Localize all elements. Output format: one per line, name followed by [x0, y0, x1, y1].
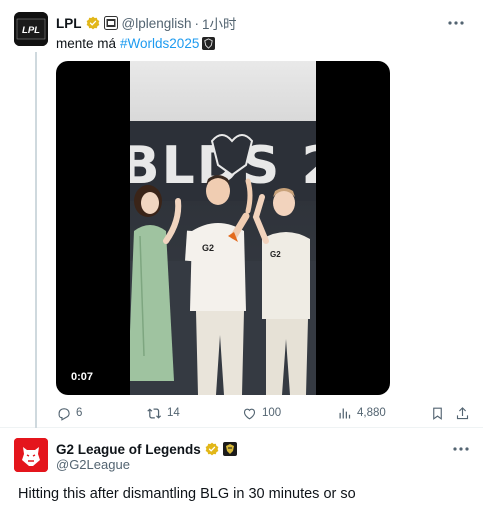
views-button[interactable]: 4,880: [337, 404, 386, 422]
retweet-count: 14: [167, 407, 180, 419]
hashtag-link[interactable]: #Worlds2025: [120, 36, 199, 51]
bookmark-button[interactable]: [430, 404, 450, 422]
like-icon: [243, 408, 256, 419]
gold-verified-icon: [86, 16, 99, 30]
retweet-button[interactable]: 14: [147, 404, 180, 422]
gold-verified-icon: [205, 442, 219, 456]
views-count: 4,880: [357, 407, 386, 419]
reply-button[interactable]: 6: [56, 404, 82, 422]
affiliate-icon: [222, 442, 237, 456]
author-name[interactable]: LPL: [56, 16, 82, 31]
video-frame: BLDS 25 G2 G2: [130, 61, 316, 395]
g2-logo-icon: [14, 438, 48, 472]
reply-count: 6: [76, 407, 83, 419]
video-duration: 0:07: [67, 369, 98, 385]
lpl-avatar[interactable]: LPL: [14, 12, 48, 46]
author-handle[interactable]: @lplenglish: [122, 16, 192, 31]
separator: ·: [194, 15, 200, 31]
thread-line: [35, 52, 37, 428]
reply-icon: [58, 407, 70, 421]
more-icon: [448, 21, 464, 25]
action-bar: 6 14 100 4,880: [56, 404, 471, 422]
reply-header: G2 League of Legends: [56, 440, 237, 458]
reply-author-name[interactable]: G2 League of Legends: [56, 442, 201, 457]
svg-text:G2: G2: [202, 243, 214, 253]
more-button[interactable]: [445, 14, 467, 32]
svg-text:G2: G2: [270, 250, 281, 259]
reply-more-button[interactable]: [450, 440, 472, 458]
retweet-icon: [147, 407, 162, 419]
svg-text:LPL: LPL: [22, 25, 40, 36]
hashtag-emoji-icon: [202, 37, 216, 50]
share-button[interactable]: [455, 404, 475, 422]
bookmark-icon: [433, 407, 442, 420]
video-player[interactable]: BLDS 25 G2 G2 0:07: [56, 61, 390, 395]
like-button[interactable]: 100: [242, 404, 281, 422]
tweet-body: mente má: [56, 36, 117, 51]
like-count: 100: [262, 407, 282, 419]
share-icon: [456, 406, 469, 419]
tweet-text: mente má #Worlds2025: [56, 36, 216, 51]
g2-avatar[interactable]: [14, 438, 48, 472]
reply-author-handle[interactable]: @G2League: [56, 457, 130, 472]
tweet-lpl[interactable]: LPL LPL @lplenglish · 1小时 mente má #Worl…: [0, 0, 483, 428]
reply-text: Hitting this after dismantling BLG in 30…: [18, 486, 356, 502]
lpl-logo-icon: LPL: [14, 12, 48, 46]
views-icon: [339, 408, 351, 418]
more-icon: [453, 447, 469, 451]
affiliate-icon: [103, 16, 118, 30]
tweet-time[interactable]: 1小时: [202, 13, 237, 33]
tweet-header: LPL @lplenglish · 1小时: [56, 13, 237, 33]
